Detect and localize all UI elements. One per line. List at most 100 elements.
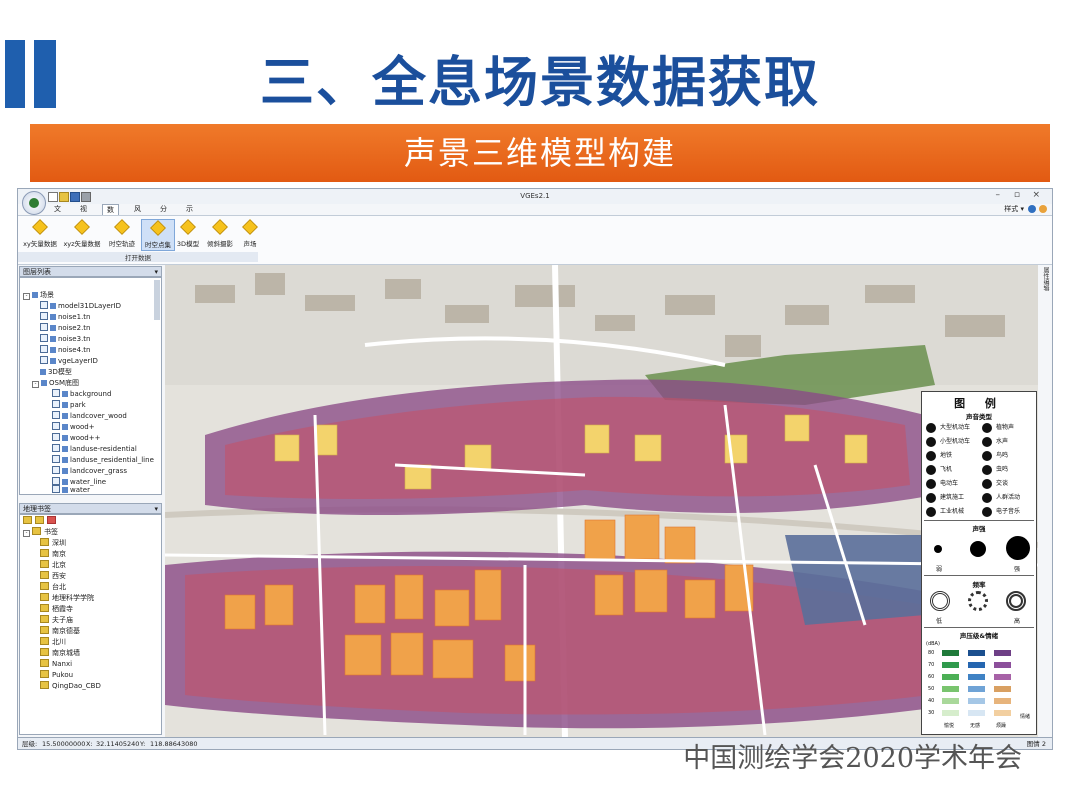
bookmark-item[interactable]: 南京城墙 [40, 648, 80, 658]
folder-icon[interactable] [35, 516, 44, 524]
bookmark-item[interactable]: 夫子庙 [40, 615, 73, 625]
layer-item[interactable]: vgeLayerID [40, 356, 98, 366]
checkbox[interactable] [52, 422, 60, 430]
ribbon-sound-field-button[interactable]: 声场 [239, 219, 261, 249]
bookmark-item[interactable]: 南京 [40, 549, 66, 559]
bookmark-panel-header: 地理书签 ▾ [19, 503, 162, 514]
talk-icon [982, 478, 992, 489]
layer-item[interactable]: model31DLayerID [40, 301, 121, 311]
osm-layer-item[interactable]: wood++ [52, 433, 100, 443]
checkbox[interactable] [40, 334, 48, 342]
open-data-icon [32, 219, 48, 235]
bookmark-item[interactable]: 栖霞寺 [40, 604, 73, 614]
checkbox[interactable] [52, 477, 60, 485]
map-view[interactable]: 图 例 声音类型 大型机动车 小型机动车 地铁 飞机 电动车 建筑施工 工业机械… [165, 265, 1038, 737]
bookmark-item[interactable]: 北川 [40, 637, 66, 647]
machinery-icon [926, 506, 936, 517]
sound-type-item: 工业机械 [926, 505, 964, 518]
menu-style[interactable]: 风格 [130, 204, 145, 224]
close-icon[interactable]: × [1032, 190, 1040, 200]
layer-item[interactable]: noise4.tn [40, 345, 90, 355]
checkbox[interactable] [52, 455, 60, 463]
collapse-icon[interactable]: - [23, 293, 30, 300]
menu-analysis[interactable]: 分析 [156, 204, 171, 224]
checkbox[interactable] [40, 323, 48, 331]
bookmark-item[interactable]: 北京 [40, 560, 66, 570]
collapse-icon[interactable]: - [32, 381, 39, 388]
osm-layer-item[interactable]: park [52, 400, 86, 410]
osm-layer-item[interactable]: landuse_residential_line [52, 455, 154, 465]
bookmark-icon [40, 560, 49, 568]
maximize-icon[interactable]: ▫ [1014, 190, 1020, 200]
checkbox[interactable] [40, 356, 48, 364]
layer-item[interactable]: 3D模型 [40, 367, 72, 377]
checkbox[interactable] [52, 433, 60, 441]
ribbon-xy-vector-button[interactable]: xy矢量数据 [21, 219, 59, 249]
bookmark-item[interactable]: Pukou [40, 670, 73, 680]
scrollbar[interactable] [154, 280, 160, 320]
bookmark-item[interactable]: 深圳 [40, 538, 66, 548]
bookmark-item[interactable]: 台北 [40, 582, 66, 592]
map-legend: 图 例 声音类型 大型机动车 小型机动车 地铁 飞机 电动车 建筑施工 工业机械… [921, 391, 1037, 735]
menu-view[interactable]: 视图 [76, 204, 91, 224]
osm-layer-item[interactable]: landcover_grass [52, 466, 127, 476]
layer-item[interactable]: noise3.tn [40, 334, 90, 344]
layer-item[interactable]: noise2.tn [40, 323, 90, 333]
frequency-high-label: 高 [1014, 618, 1021, 625]
checkbox[interactable] [40, 301, 48, 309]
checkbox[interactable] [40, 312, 48, 320]
osm-layer-item[interactable]: wood+ [52, 422, 95, 432]
checkbox[interactable] [40, 345, 48, 353]
bookmark-item[interactable]: QingDao_CBD [40, 681, 101, 691]
ribbon-point-set-button[interactable]: 时空点集 [141, 219, 175, 251]
checkbox[interactable] [52, 411, 60, 419]
collapse-icon[interactable]: - [23, 530, 30, 537]
osm-layer-item[interactable]: landuse-residential [52, 444, 137, 454]
settings-icon[interactable] [1039, 205, 1047, 213]
bookmark-item[interactable]: 南京德基 [40, 626, 80, 636]
layer-icon [62, 391, 68, 397]
style-dropdown[interactable]: 样式 ▾ [1004, 204, 1024, 214]
checkbox[interactable] [52, 400, 60, 408]
bookmark-item[interactable]: 地理科学学院 [40, 593, 94, 603]
ribbon-trajectory-button[interactable]: 时空轨迹 [105, 219, 139, 249]
osm-layer-item[interactable]: background [52, 389, 111, 399]
swatch-purple-orange [994, 662, 1011, 668]
ribbon-oblique-photo-button[interactable]: 倾斜摄影 [203, 219, 237, 249]
layer-icon [50, 358, 56, 364]
app-logo-icon[interactable] [22, 191, 46, 215]
open-data-icon [150, 220, 166, 236]
menu-file[interactable]: 文件 [50, 204, 65, 224]
help-icon[interactable] [1028, 205, 1036, 213]
ribbon-3d-model-button[interactable]: 3D模型 [175, 219, 201, 249]
layer-icon [50, 336, 56, 342]
add-bookmark-icon[interactable] [23, 516, 32, 524]
checkbox[interactable] [52, 389, 60, 397]
side-property-tab[interactable]: 属性编辑 [1041, 267, 1050, 307]
minimize-icon[interactable]: – [996, 190, 1001, 200]
intensity-high-circle [1006, 536, 1030, 560]
bookmark-item[interactable]: Nanxi [40, 659, 72, 669]
bookmark-icon [40, 626, 49, 634]
bookmark-icon [40, 681, 49, 689]
layer-item[interactable]: noise1.tn [40, 312, 90, 322]
checkbox[interactable] [52, 485, 60, 493]
osm-layer-item[interactable]: water [52, 485, 90, 494]
open-data-icon [180, 219, 196, 235]
swatch-blue [968, 698, 985, 704]
layer-panel-title: 图层列表 [23, 268, 51, 276]
bookmark-root[interactable]: - 书签 [23, 527, 58, 537]
ribbon-xyz-vector-button[interactable]: xyz矢量数据 [61, 219, 103, 249]
checkbox[interactable] [52, 466, 60, 474]
tree-group-osm[interactable]: - OSM底图 [32, 378, 79, 388]
airplane-icon [926, 464, 936, 475]
osm-layer-item[interactable]: landcover_wood [52, 411, 127, 421]
bookmark-item[interactable]: 西安 [40, 571, 66, 581]
menu-examples[interactable]: 示例 [182, 204, 197, 224]
spl-tick: 70 [928, 662, 935, 668]
bookmark-icon [40, 571, 49, 579]
checkbox[interactable] [52, 444, 60, 452]
delete-icon[interactable] [47, 516, 56, 524]
tree-root-scene[interactable]: - 场景 [23, 290, 54, 300]
sound-type-item: 大型机动车 [926, 421, 970, 434]
